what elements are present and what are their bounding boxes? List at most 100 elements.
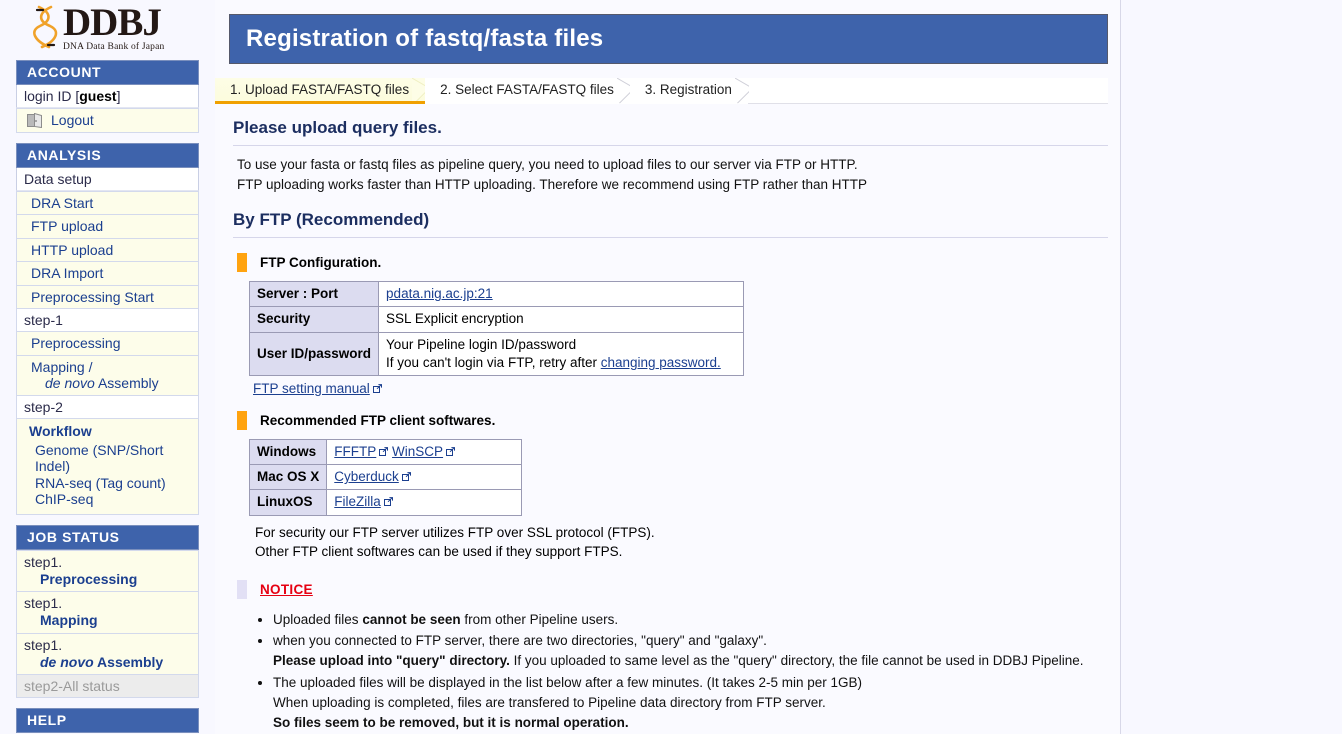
- wizard-tabs: 1. Upload FASTA/FASTQ files 2. Select FA…: [215, 78, 1108, 104]
- sidebar-item-ftp-upload[interactable]: FTP upload: [16, 215, 199, 239]
- sidebar-label-step-1: step-1: [16, 309, 199, 331]
- mapping-line1: Mapping /: [31, 359, 92, 375]
- client-links-linuxos: FileZilla: [327, 490, 522, 515]
- ftp-configuration-table: Server : Port pdata.nig.ac.jp:21 Securit…: [249, 281, 744, 376]
- job-line2: de novo Assembly: [24, 654, 198, 671]
- table-row: Windows FFFTP WinSCP: [250, 440, 522, 465]
- table-row: LinuxOS FileZilla: [250, 490, 522, 515]
- page-title: Registration of fastq/fasta files: [229, 14, 1108, 64]
- ddbj-logo: DDBJ DNA Data Bank of Japan: [0, 0, 215, 60]
- tab-registration-label: 3. Registration: [645, 82, 732, 97]
- job-status-all-status: step2-All status: [16, 675, 199, 698]
- sidebar-item-dra-start[interactable]: DRA Start: [16, 191, 199, 216]
- job-line2: Mapping: [24, 612, 198, 629]
- tab-upload-files[interactable]: 1. Upload FASTA/FASTQ files: [215, 78, 425, 104]
- tab-upload-files-label: 1. Upload FASTA/FASTQ files: [230, 82, 409, 97]
- list-item: when you connected to FTP server, there …: [273, 631, 1108, 672]
- sidebar-item-preprocessing-start[interactable]: Preprocessing Start: [16, 286, 199, 310]
- ftp-config-value-userid: Your Pipeline login ID/password If you c…: [379, 332, 744, 375]
- lavender-bullet-icon: [237, 580, 247, 599]
- notice-3-line2: When uploading is completed, files are t…: [273, 695, 826, 710]
- job-status-denovo-assembly[interactable]: step1. de novo Assembly: [16, 634, 199, 676]
- client-os-macosx: Mac OS X: [250, 465, 327, 490]
- ftp-setting-manual-link[interactable]: FTP setting manual: [253, 381, 370, 396]
- intro-line-2: FTP uploading works faster than HTTP upl…: [237, 175, 1108, 195]
- sidebar-label-data-setup: Data setup: [16, 168, 199, 191]
- ftp-config-value-security: SSL Explicit encryption: [379, 307, 744, 332]
- sidebar-item-rna-seq[interactable]: RNA-seq (Tag count): [17, 475, 198, 492]
- sidebar-header-analysis: ANALYSIS: [16, 143, 199, 168]
- logo-wordmark: DDBJ: [63, 4, 165, 41]
- sidebar-group-workflow: Workflow Genome (SNP/Short Indel) RNA-se…: [16, 418, 199, 515]
- userid-line-2-pre: If you can't login via FTP, retry after: [386, 355, 601, 370]
- list-item: The uploaded files will be displayed in …: [273, 673, 1108, 734]
- notice-3-bold: So files seem to be removed, but it is n…: [273, 715, 629, 730]
- ffftp-link[interactable]: FFFTP: [334, 444, 376, 459]
- table-row: Mac OS X Cyberduck: [250, 465, 522, 490]
- client-links-macosx: Cyberduck: [327, 465, 522, 490]
- notice-3-pre: The uploaded files will be displayed in …: [273, 675, 862, 690]
- table-row: Security SSL Explicit encryption: [250, 307, 744, 332]
- changing-password-link[interactable]: changing password.: [601, 355, 721, 370]
- job-line1: step1.: [24, 595, 62, 611]
- sidebar-item-dra-import[interactable]: DRA Import: [16, 262, 199, 286]
- sidebar-item-logout[interactable]: Logout: [16, 108, 199, 133]
- login-id-suffix: ]: [117, 88, 121, 104]
- job-line1: step1.: [24, 637, 62, 653]
- sidebar-item-http-upload[interactable]: HTTP upload: [16, 239, 199, 263]
- tab-chevron-icon: [617, 78, 631, 104]
- sidebar-item-chip-seq[interactable]: ChIP-seq: [17, 491, 198, 508]
- intro-text: To use your fasta or fastq files as pipe…: [237, 155, 1108, 194]
- filezilla-link[interactable]: FileZilla: [334, 494, 381, 509]
- subheading-ftp-clients: Recommended FTP client softwares.: [237, 411, 1120, 430]
- job-line1: step1.: [24, 554, 62, 570]
- mapping-rest: Assembly: [95, 375, 159, 391]
- server-host-link[interactable]: pdata.nig.ac.jp:21: [386, 286, 493, 301]
- ftp-config-key-server: Server : Port: [250, 282, 379, 307]
- notice-label: NOTICE: [260, 582, 313, 597]
- job-denovo-rest: Assembly: [94, 654, 164, 670]
- intro-line-1: To use your fasta or fastq files as pipe…: [237, 155, 1108, 175]
- sidebar-header-job-status: JOB STATUS: [16, 525, 199, 550]
- subheading-ftp-clients-label: Recommended FTP client softwares.: [260, 413, 495, 428]
- main-content: Registration of fastq/fasta files 1. Upl…: [215, 0, 1121, 734]
- notice-1-pre: Uploaded files: [273, 612, 362, 627]
- sidebar-header-account: ACCOUNT: [16, 60, 199, 85]
- tab-select-files[interactable]: 2. Select FASTA/FASTQ files: [425, 78, 630, 104]
- logout-icon: [27, 113, 44, 128]
- sidebar-item-genome[interactable]: Genome (SNP/Short Indel): [17, 442, 198, 475]
- tab-chevron-icon: [412, 78, 426, 101]
- sidebar-item-preprocessing[interactable]: Preprocessing: [16, 331, 199, 356]
- sidebar-item-logout-label: Logout: [51, 112, 94, 129]
- ftp-config-value-server: pdata.nig.ac.jp:21: [379, 282, 744, 307]
- sidebar: DDBJ DNA Data Bank of Japan ACCOUNT logi…: [0, 0, 215, 732]
- cyberduck-link[interactable]: Cyberduck: [334, 469, 399, 484]
- job-denovo-italic: de novo: [40, 654, 94, 670]
- orange-bullet-icon: [237, 253, 247, 272]
- notice-heading: NOTICE: [237, 580, 1120, 599]
- notice-2-post: If you uploaded to same level as the "qu…: [510, 653, 1084, 668]
- winscp-link[interactable]: WinSCP: [392, 444, 443, 459]
- subheading-ftp-configuration: FTP Configuration.: [237, 253, 1120, 272]
- ftp-config-key-security: Security: [250, 307, 379, 332]
- sidebar-item-mapping-assembly[interactable]: Mapping / de novo Assembly: [16, 356, 199, 396]
- ftp-clients-note-line-2: Other FTP client softwares can be used i…: [255, 542, 1120, 562]
- section-heading-upload: Please upload query files.: [233, 118, 1108, 146]
- sidebar-label-step-2: step-2: [16, 396, 199, 418]
- job-status-mapping[interactable]: step1. Mapping: [16, 592, 199, 634]
- notice-1-bold: cannot be seen: [362, 612, 460, 627]
- external-link-icon: [373, 381, 382, 390]
- job-status-preprocessing[interactable]: step1. Preprocessing: [16, 550, 199, 593]
- ftp-clients-note-line-1: For security our FTP server utilizes FTP…: [255, 523, 1120, 543]
- tab-registration[interactable]: 3. Registration: [630, 78, 748, 104]
- client-os-linuxos: LinuxOS: [250, 490, 327, 515]
- dna-helix-icon: [30, 4, 60, 52]
- sidebar-section-help: HELP: [16, 708, 199, 733]
- workflow-title: Workflow: [17, 423, 198, 442]
- login-id-line: login ID [guest]: [16, 85, 199, 108]
- sidebar-section-job-status: JOB STATUS step1. Preprocessing step1. M…: [16, 525, 199, 699]
- orange-bullet-icon: [237, 411, 247, 430]
- ftp-clients-table: Windows FFFTP WinSCP Mac OS X Cyberduck …: [249, 439, 522, 516]
- userid-line-1: Your Pipeline login ID/password: [386, 336, 736, 354]
- job-line2: Preprocessing: [24, 571, 198, 588]
